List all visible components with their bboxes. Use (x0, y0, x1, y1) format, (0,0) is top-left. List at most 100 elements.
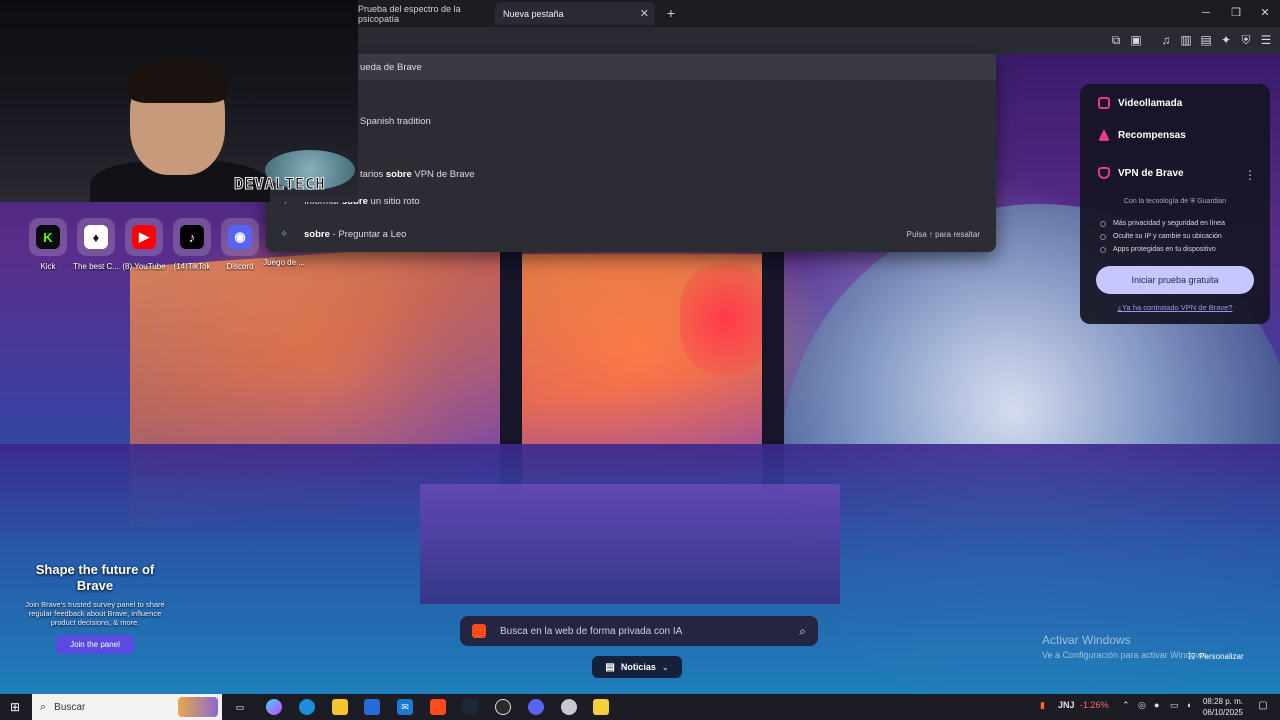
vpn-header: VPN de Brave (1098, 167, 1184, 179)
start-trial-button[interactable]: Iniciar prueba gratuita (1096, 266, 1254, 294)
steam-icon[interactable] (462, 699, 478, 715)
app-yellow-icon[interactable] (593, 699, 609, 715)
search-icon[interactable]: ⌕ (799, 624, 806, 639)
discord-icon: ◉ (228, 225, 252, 249)
extensions-icon[interactable]: ⧉ (1108, 32, 1124, 48)
suggestion-text-bold: sobre (385, 168, 412, 180)
suggestion-row[interactable]: ueda de Brave (266, 54, 996, 80)
chevron-down-icon: ⌄ (661, 662, 669, 672)
taskbar-search-input[interactable] (54, 697, 165, 717)
tab-title: Prueba del espectro de la psicopatía (358, 3, 461, 24)
brave-lion-icon (472, 624, 486, 638)
suggestion-text-bold: sobre (304, 228, 330, 240)
copilot-icon[interactable] (266, 699, 282, 715)
background-red-cloud (680, 264, 770, 374)
bullet-icon (1100, 220, 1106, 227)
network-icon[interactable]: ▭ (1170, 700, 1179, 711)
obs-icon[interactable] (495, 699, 511, 715)
wallet-icon[interactable]: ▤ (1198, 32, 1214, 48)
sidebar-icon[interactable]: ▥ (1178, 32, 1194, 48)
brave-icon[interactable] (430, 699, 446, 715)
videocall-link[interactable]: Videollamada (1098, 97, 1182, 109)
music-icon[interactable]: ♫ (1158, 32, 1174, 48)
vpn-powered-by: Con la tecnología de ⛨ Guardian (1123, 198, 1227, 205)
leo-icon[interactable]: ✦ (1218, 32, 1234, 48)
activation-subtitle: Ve a Configuración para activar Windows. (1042, 650, 1210, 660)
promo-title: Shape the future of Brave (35, 562, 155, 593)
brave-side-panel: Videollamada Recompensas VPN de Brave ⋮ … (1080, 84, 1270, 324)
discord-icon[interactable] (528, 699, 544, 715)
edge-icon[interactable] (299, 699, 315, 715)
mail-icon[interactable]: ✉ (397, 699, 413, 715)
taskbar-search[interactable]: ⌕ (32, 694, 222, 720)
rewards-link[interactable]: Recompensas (1098, 129, 1186, 141)
suggestion-row[interactable]: tarios sobre VPN de Brave (266, 161, 996, 187)
task-view-icon[interactable]: ▭ (232, 699, 248, 715)
video-camera-icon (1098, 97, 1110, 109)
stock-change: -1.26% (1080, 700, 1109, 710)
shortcut-label: Kick (40, 262, 56, 271)
suggestion-row-leo[interactable]: ✧ sobre - Preguntar a Leo Pulsa ↑ para r… (266, 221, 996, 247)
tiktok-icon: ♪ (180, 225, 204, 249)
search-box: ⌕ (460, 616, 818, 646)
shortcut-label: Juego de ... (263, 258, 305, 267)
stock-ticker[interactable]: JNJ (1058, 700, 1075, 710)
shortcut-youtube[interactable]: ▶ (8) YouTube (121, 218, 167, 271)
suggestion-text-post: - Preguntar a Leo (329, 228, 407, 240)
news-toggle[interactable]: ▤ Noticias ⌄ (592, 656, 682, 678)
shortcut-label: The best C... (73, 262, 119, 271)
shortcut-the-best[interactable]: ♦ The best C... (73, 218, 119, 271)
more-options-icon[interactable]: ⋮ (1244, 168, 1256, 182)
tab-psychopathy-test[interactable]: Prueba del espectro de la psicopatía (350, 2, 490, 25)
close-window-button[interactable]: ✕ (1251, 4, 1279, 22)
close-tab-icon[interactable]: ✕ (640, 7, 649, 20)
survey-promo: Shape the future of Brave Join Brave's t… (20, 562, 170, 654)
windows-start-icon[interactable]: ⊞ (8, 700, 22, 714)
rewards-triangle-icon (1098, 129, 1110, 141)
videocall-label: Videollamada (1118, 97, 1183, 109)
app-icon[interactable] (561, 699, 577, 715)
suggestion-hint: Pulsa ↑ para resaltar (906, 229, 980, 239)
suggestion-row[interactable]: › Informar sobre un sitio roto (266, 188, 996, 214)
tab-new-tab[interactable]: Nueva pestaña ✕ (495, 2, 655, 25)
show-hidden-icons-icon[interactable]: ⌃ (1122, 700, 1130, 711)
volume-icon[interactable]: ◖ (1186, 700, 1191, 710)
menu-icon[interactable]: ☰ (1258, 32, 1274, 48)
customize-button[interactable]: ☷ Personalizar (1188, 652, 1244, 661)
reading-list-icon[interactable]: ▣ (1128, 32, 1144, 48)
store-icon[interactable] (364, 699, 380, 715)
settings-sliders-icon: ☷ (1188, 652, 1196, 661)
vpn-benefit: Más privacidad y seguridad en línea (1100, 220, 1225, 227)
camera-icon[interactable]: ◎ (1138, 700, 1146, 711)
suggestion-text-pre: tarios (360, 168, 386, 180)
kick-icon: K (36, 225, 60, 249)
search-icon: ⌕ (40, 700, 47, 713)
search-input[interactable] (500, 616, 790, 646)
customize-label: Personalizar (1199, 652, 1244, 661)
background-console-center (420, 484, 840, 604)
shortcut-discord[interactable]: ◉ Discord (217, 218, 263, 271)
microphone-icon[interactable]: ● (1154, 700, 1159, 710)
activation-title: Activar Windows (1042, 633, 1131, 647)
shortcut-tiktok[interactable]: ♪ (14)TikTok (169, 218, 215, 271)
shield-icon[interactable]: ⛨ (1238, 32, 1254, 48)
maximize-button[interactable]: ❐ (1222, 4, 1250, 22)
shortcut-game[interactable]: Juego de ... (261, 258, 307, 267)
promo-body: Join Brave's trusted survey panel to sha… (25, 600, 165, 627)
file-explorer-icon[interactable] (332, 699, 348, 715)
already-subscribed-link[interactable]: ¿Ya ha contratado VPN de Brave? (1080, 303, 1270, 312)
vpn-benefit: Oculte su IP y cambie su ubicación (1100, 233, 1222, 240)
notification-icon[interactable]: ▢ (1256, 700, 1270, 714)
shortcut-label: (8) YouTube (122, 262, 166, 271)
vpn-title: VPN de Brave (1118, 167, 1184, 179)
shortcut-label: (14)TikTok (173, 262, 211, 271)
suggestion-row[interactable]: Spanish tradition (266, 108, 996, 134)
shortcut-kick[interactable]: K Kick (25, 218, 71, 271)
taskbar-clock[interactable]: 08:28 p. m. 06/10/2025 (1200, 696, 1246, 718)
minimize-button[interactable]: ─ (1192, 4, 1220, 22)
search-highlight-image (178, 697, 218, 717)
join-panel-button[interactable]: Join the panel (56, 635, 134, 654)
vpn-shield-icon (1098, 167, 1110, 179)
suggestion-text-post: Spanish tradition (360, 115, 431, 127)
new-tab-button[interactable]: + (662, 4, 680, 22)
